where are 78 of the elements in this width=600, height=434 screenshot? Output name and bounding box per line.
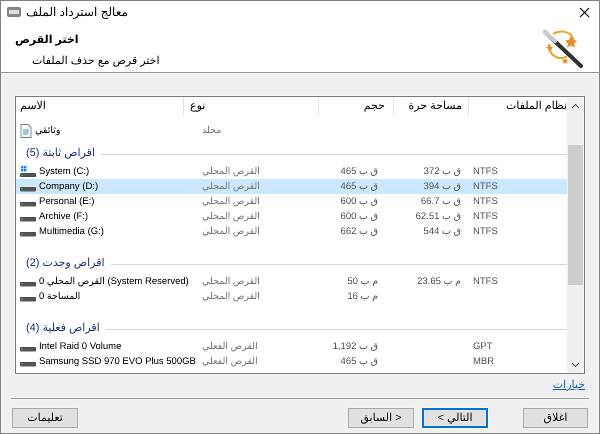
document-icon <box>20 124 32 138</box>
column-header[interactable]: حجم <box>364 98 385 114</box>
disk-name: Samsung SSD 970 EVO Plus 500GB <box>39 354 196 369</box>
free-space: 544 ق ب <box>424 226 461 237</box>
file-system: NTFS <box>473 166 498 177</box>
options-link[interactable]: خيارات <box>552 377 585 398</box>
disk-size: 465 ق ب <box>340 180 378 192</box>
window-title: معالج استرداد الملف <box>26 4 128 21</box>
disk-name: وثائقي <box>35 124 60 138</box>
disk-size: 1,192 ق ب <box>332 340 378 352</box>
drive-icon <box>20 186 36 192</box>
free-space: 23.65 م ب <box>417 276 461 287</box>
disk-size: 465 ق ب <box>340 356 378 367</box>
free-space: 66.7 ق ب <box>420 196 461 207</box>
drive-icon <box>20 296 36 302</box>
free-space: 394 ق ب <box>424 180 461 192</box>
disk-name: Personal (E:) <box>39 194 94 209</box>
disk-name: Intel Raid 0 Volume <box>39 340 122 354</box>
disk-size: 662 ق ب <box>340 226 378 237</box>
disk-size: 600 ق ب <box>340 210 378 222</box>
file-system: NTFS <box>473 226 498 237</box>
column-header[interactable]: نوع <box>190 98 206 114</box>
file-system: NTFS <box>473 276 498 287</box>
scroll-up-icon <box>571 103 580 109</box>
scrollbar[interactable] <box>567 97 584 373</box>
file-system: NTFS <box>473 180 498 192</box>
column-header[interactable]: نظام الملفات <box>506 98 567 114</box>
disk-row[interactable]: وثائقي مجلد <box>16 124 567 138</box>
back-button[interactable]: السابق > <box>348 408 414 428</box>
disk-type: القرص المحلي <box>202 276 260 287</box>
disk-type: القرص الفعلي <box>202 356 258 367</box>
disk-type: القرص المحلي <box>202 210 260 222</box>
disk-type: القرص المحلي <box>202 290 260 302</box>
system-drive-icon <box>20 166 36 178</box>
disk-type: القرص المحلي <box>202 166 260 177</box>
disk-type: القرص المحلي <box>202 226 260 237</box>
app-icon <box>6 5 22 19</box>
help-button[interactable]: تعليمات <box>12 408 78 428</box>
group-header: (5) اقراص ثابتة <box>26 146 95 161</box>
scroll-down-icon <box>571 362 580 368</box>
disk-type: القرص المحلي <box>202 196 260 207</box>
disk-name: System (C:) <box>39 164 90 179</box>
free-space: 372 ق ب <box>424 166 461 177</box>
header-subtitle: اختر قرص مع حذف الملفات <box>32 54 160 69</box>
disk-name: Multimedia (G:) <box>39 224 104 239</box>
header-title: اختر القرص <box>15 33 80 48</box>
disk-name: Company (D:) <box>39 180 98 194</box>
close-dialog-button[interactable]: اغلاق <box>523 408 588 428</box>
disk-type: القرص الفعلي <box>202 340 258 352</box>
free-space: 62.51 ق ب <box>416 210 461 222</box>
file-system: NTFS <box>473 210 498 222</box>
close-icon <box>578 6 590 18</box>
disk-size: 600 ق ب <box>340 196 378 207</box>
drive-icon <box>20 360 36 367</box>
file-system: NTFS <box>473 196 498 207</box>
disk-name: Archive (F:) <box>39 210 88 224</box>
file-system: MBR <box>473 356 494 367</box>
disk-size: 465 ق ب <box>340 166 378 177</box>
drive-icon <box>20 200 36 207</box>
next-button[interactable]: < التالي <box>422 408 488 428</box>
disk-type: القرص المحلي <box>202 180 260 192</box>
group-header: (4) اقراص فعلية <box>26 320 100 336</box>
disk-size: 50 م ب <box>347 276 378 287</box>
disk-name: المساحة 0 <box>39 290 80 304</box>
disk-type: مجلد <box>202 125 222 136</box>
disk-size: 16 م ب <box>347 290 378 302</box>
disk-row[interactable]: المساحة 0 القرص المحلي 16 م ب <box>16 289 567 304</box>
group-header: (2) اقراص وجدت <box>26 256 105 271</box>
column-header[interactable]: مساحة حرة <box>408 98 462 114</box>
disk-name: القرص المحلي 0 (System Reserved) <box>39 274 189 289</box>
magic-wand-icon <box>541 28 585 70</box>
drive-icon <box>20 216 36 222</box>
column-header[interactable]: الاسم <box>20 98 46 114</box>
file-system: GPT <box>473 340 493 352</box>
drive-icon <box>20 230 36 237</box>
drive-icon <box>20 280 36 287</box>
scrollbar-thumb[interactable] <box>568 145 583 285</box>
drive-icon <box>20 346 36 352</box>
